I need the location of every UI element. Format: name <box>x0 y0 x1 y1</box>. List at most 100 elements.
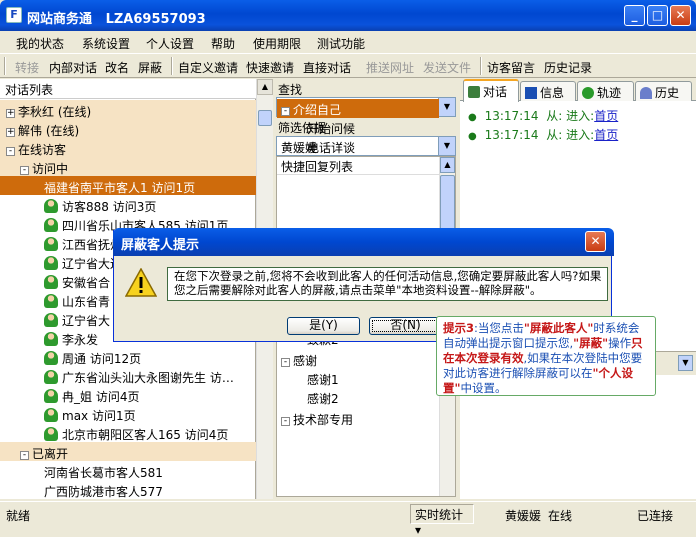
transfer-button[interactable]: 转接 <box>15 59 39 76</box>
chevron-down-icon[interactable]: ▼ <box>678 355 693 371</box>
dialog-close-button[interactable]: ✕ <box>585 231 606 252</box>
tab-chat[interactable]: 对话 <box>463 79 519 102</box>
tree-label: 在线访客 <box>18 143 67 157</box>
visitor-icon <box>44 218 58 232</box>
visitor-item[interactable]: 访客888 访问3页 <box>0 195 256 214</box>
internal-chat-button[interactable]: 内部对话 <box>49 59 97 76</box>
scroll-up-icon[interactable]: ▲ <box>257 79 273 95</box>
menu-system-settings[interactable]: 系统设置 <box>82 35 130 52</box>
homepage-link[interactable]: 首页 <box>594 128 618 142</box>
expand-icon[interactable]: + <box>6 109 15 118</box>
yes-button[interactable]: 是(Y) <box>287 317 360 335</box>
dialog-message-box: 在您下次登录之前,您将不会收到此客人的任何活动信息,您确定要屏蔽此客人吗?如果您… <box>167 267 608 301</box>
history-button[interactable]: 历史记录 <box>544 59 592 76</box>
visitor-item[interactable]: 福建省南平市客人1 访问1页 <box>0 176 256 195</box>
block-button[interactable]: 屏蔽 <box>138 59 162 76</box>
scroll-up-icon[interactable]: ▲ <box>440 157 455 173</box>
visitor-item[interactable]: 北京市朝阳区客人165 访问4页 <box>0 423 256 442</box>
reply-item[interactable]: 开始问候 <box>277 118 439 137</box>
dialog-title-bar[interactable]: 屏蔽客人提示 ✕ <box>113 228 614 256</box>
tree-label: 山东省青 <box>62 295 111 309</box>
maximize-button[interactable]: □ <box>647 5 668 26</box>
menu-test-features[interactable]: 测试功能 <box>317 35 365 52</box>
realtime-stats-button[interactable]: 实时统计 ▾ <box>410 504 474 537</box>
chat-log-line: ● 13:17:14 从: 进入:首页 <box>468 109 619 123</box>
info-icon <box>525 87 537 99</box>
chevron-down-icon[interactable]: ▼ <box>438 137 455 155</box>
app-logo-icon: F <box>6 7 22 23</box>
visitor-item[interactable]: 广西防城港市客人577 <box>0 480 256 499</box>
tree-label: max 访问1页 <box>62 409 136 423</box>
visitor-item[interactable]: 广东省汕头汕大永图谢先生 访… <box>0 366 256 385</box>
collapse-icon[interactable]: - <box>20 166 29 175</box>
collapse-icon[interactable]: - <box>281 358 290 367</box>
reply-label: 感谢2 <box>307 392 339 406</box>
visitor-icon <box>44 294 58 308</box>
no-button[interactable]: 否(N) <box>369 317 442 335</box>
tree-label: 周通 访问12页 <box>62 352 142 366</box>
tree-label: 安徽省合 <box>62 276 111 290</box>
status-ready: 就绪 <box>6 509 31 523</box>
tab-track[interactable]: 轨迹 <box>577 81 634 101</box>
visitor-icon <box>44 389 58 403</box>
custom-invite-button[interactable]: 自定义邀请 <box>178 59 238 76</box>
minimize-button[interactable]: _ <box>624 5 645 26</box>
scroll-thumb[interactable] <box>258 110 272 126</box>
collapse-icon[interactable]: - <box>281 107 290 116</box>
menu-my-status[interactable]: 我的状态 <box>16 35 64 52</box>
tree-label: 北京市朝阳区客人165 访问4页 <box>62 428 229 442</box>
close-button[interactable]: ✕ <box>670 5 691 26</box>
visitor-icon <box>44 237 58 251</box>
title-bar[interactable]: F 网站商务通 LZA69557093 _ □ ✕ <box>0 0 696 31</box>
tree-group[interactable]: + 解伟 (在线) <box>0 119 256 138</box>
homepage-link[interactable]: 首页 <box>594 109 618 123</box>
visitor-item[interactable]: 河南省长葛市客人581 <box>0 461 256 480</box>
collapse-icon[interactable]: - <box>6 147 15 156</box>
history-icon <box>640 87 652 99</box>
tree-group[interactable]: - 已离开 <box>0 442 256 461</box>
conversation-list-header: 对话列表 <box>0 79 256 99</box>
tree-label: 福建省南平市客人1 访问1页 <box>44 181 196 195</box>
tree-label: 访问中 <box>32 162 69 176</box>
send-file-button[interactable]: 发送文件 <box>423 59 471 76</box>
menu-usage-period[interactable]: 使用期限 <box>253 35 301 52</box>
reply-item[interactable]: 电话详谈 <box>277 137 439 156</box>
visitor-icon <box>44 313 58 327</box>
window-title: 网站商务通 LZA69557093 <box>27 12 206 27</box>
visitor-icon <box>44 275 58 289</box>
dialog-title: 屏蔽客人提示 <box>121 238 200 253</box>
toolbar-grip <box>4 57 6 75</box>
tree-label: 解伟 (在线) <box>18 124 80 138</box>
visitor-item[interactable]: max 访问1页 <box>0 404 256 423</box>
tree-group[interactable]: - 在线访客 <box>0 138 256 157</box>
scroll-thumb[interactable] <box>440 175 455 235</box>
reply-label: 电话详谈 <box>307 141 356 155</box>
visitor-icon <box>44 351 58 365</box>
menu-personal-settings[interactable]: 个人设置 <box>146 35 194 52</box>
tree-group[interactable]: - 访问中 <box>0 157 256 176</box>
warning-icon <box>125 268 157 297</box>
rename-button[interactable]: 改名 <box>105 59 129 76</box>
menu-help[interactable]: 帮助 <box>211 35 235 52</box>
tree-group[interactable]: + 李秋红 (在线) <box>0 100 256 119</box>
reply-category[interactable]: - 技术部专用 <box>277 409 439 428</box>
visitor-item[interactable]: 周通 访问12页 <box>0 347 256 366</box>
tab-info[interactable]: 信息 <box>520 81 576 101</box>
reply-category[interactable]: - 感谢 <box>277 350 439 369</box>
chevron-down-icon[interactable]: ▼ <box>438 98 455 116</box>
quick-invite-button[interactable]: 快速邀请 <box>246 59 294 76</box>
reply-item[interactable]: 感谢2 <box>277 388 439 407</box>
hint-callout: 提示3:当您点击"屏蔽此客人"时系统会自动弹出提示窗口提示您,"屏蔽"操作只在本… <box>436 316 656 396</box>
push-url-button[interactable]: 推送网址 <box>366 59 414 76</box>
direct-chat-button[interactable]: 直接对话 <box>303 59 351 76</box>
visitor-message-button[interactable]: 访客留言 <box>487 59 535 76</box>
collapse-icon[interactable]: - <box>281 417 290 426</box>
tree-label: 冉_姐 访问4页 <box>62 390 140 404</box>
reply-category[interactable]: - 介绍自己 <box>277 99 439 118</box>
reply-item[interactable]: 感谢1 <box>277 369 439 388</box>
expand-icon[interactable]: + <box>6 128 15 137</box>
tab-history[interactable]: 历史 <box>635 81 692 101</box>
reply-label: 介绍自己 <box>293 103 342 117</box>
visitor-item[interactable]: 冉_姐 访问4页 <box>0 385 256 404</box>
collapse-icon[interactable]: - <box>20 451 29 460</box>
